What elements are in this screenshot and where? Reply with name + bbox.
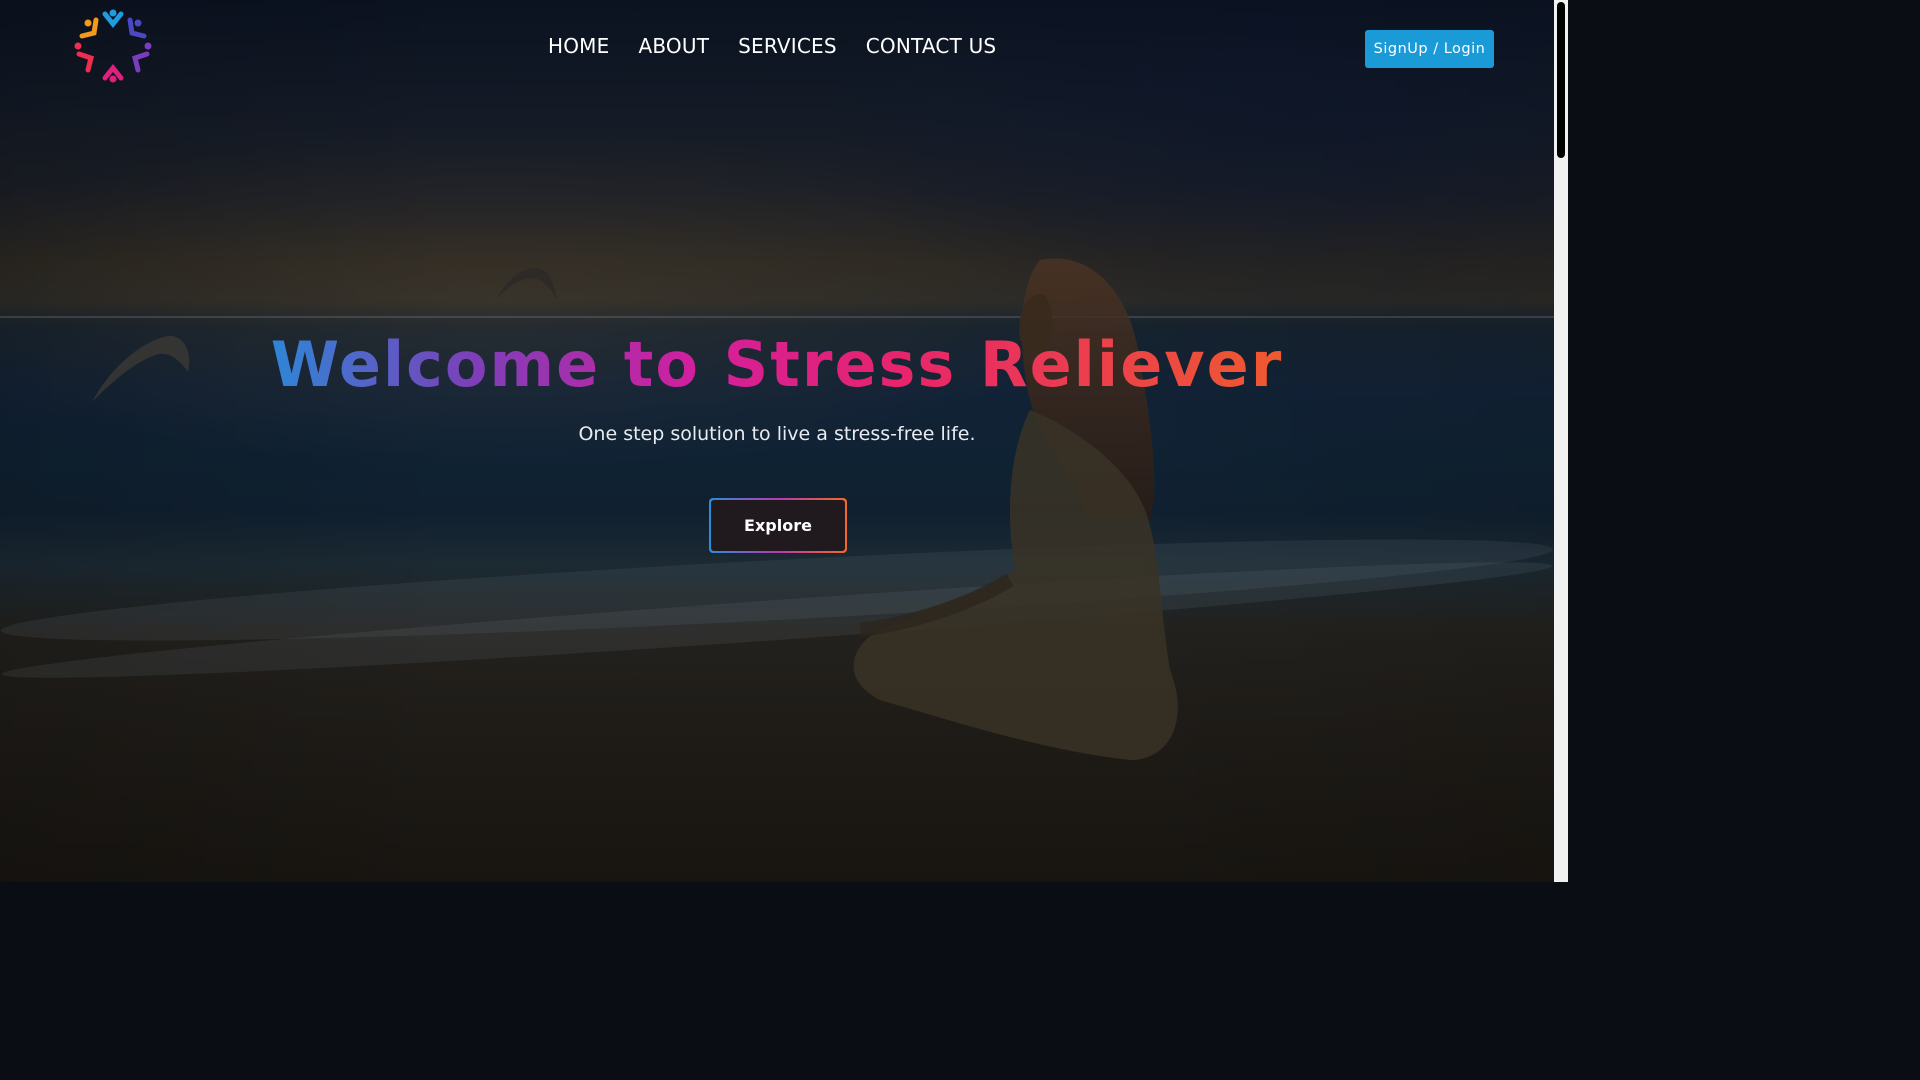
signup-login-button[interactable]: SignUp / Login	[1365, 30, 1494, 68]
explore-button[interactable]: Explore	[711, 500, 845, 551]
explore-button-border: Explore	[709, 498, 847, 553]
page: HOME ABOUT SERVICES CONTACT US SignUp / …	[0, 0, 1568, 882]
main-nav: HOME ABOUT SERVICES CONTACT US	[548, 34, 996, 58]
nav-home-link[interactable]: HOME	[548, 34, 609, 58]
nav-services-link[interactable]: SERVICES	[738, 34, 837, 58]
scrollbar-thumb[interactable]	[1557, 2, 1565, 158]
hero-title: Welcome to Stress Reliever	[0, 328, 1554, 401]
sea-horizon	[0, 316, 1554, 318]
nav-contact-link[interactable]: CONTACT US	[866, 34, 997, 58]
hero-subtitle: One step solution to live a stress-free …	[578, 423, 976, 445]
nav-about-link[interactable]: ABOUT	[638, 34, 709, 58]
seagull-bird	[497, 268, 557, 300]
hero-title-text: Welcome to Stress Reliever	[270, 328, 1284, 401]
page-scrollbar[interactable]	[1554, 0, 1568, 882]
people-circle-logo-icon[interactable]	[72, 6, 154, 86]
